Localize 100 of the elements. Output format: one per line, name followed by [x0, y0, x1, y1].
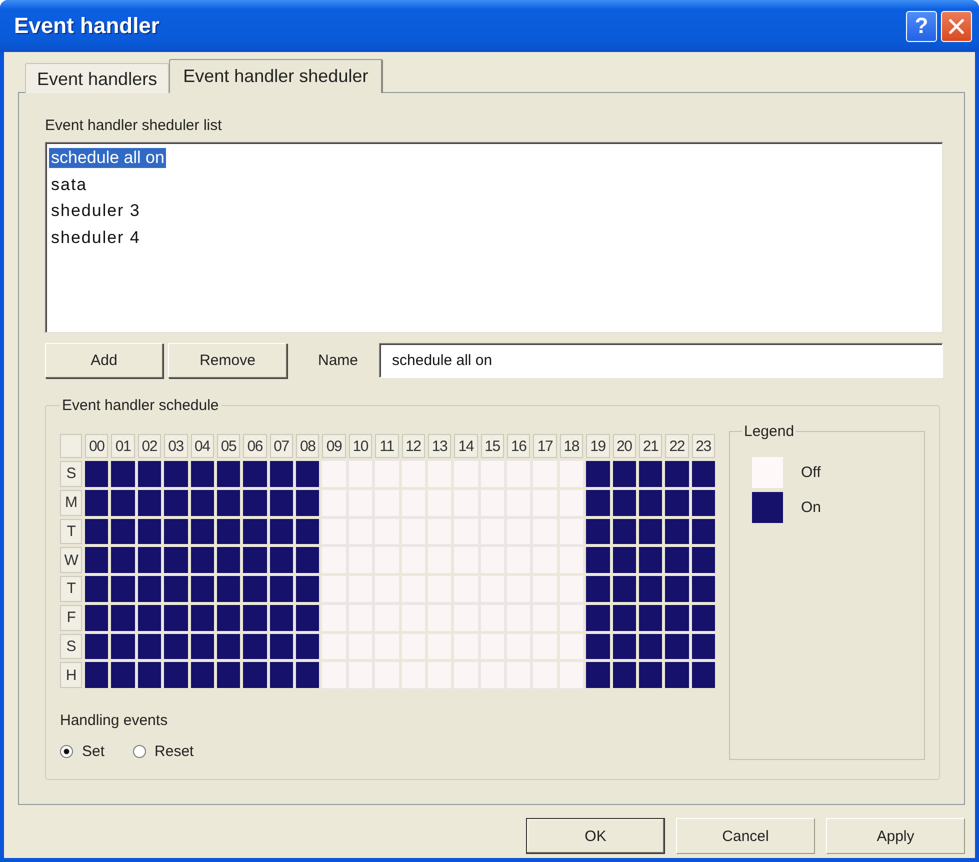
schedule-cell[interactable]: [665, 518, 689, 544]
schedule-cell[interactable]: [480, 518, 504, 544]
schedule-cell[interactable]: [348, 490, 372, 516]
schedule-cell[interactable]: [190, 662, 214, 688]
schedule-cell[interactable]: [402, 461, 425, 487]
schedule-cell[interactable]: [692, 604, 715, 630]
schedule-cell[interactable]: [190, 576, 214, 602]
schedule-cell[interactable]: [322, 490, 346, 516]
schedule-cell[interactable]: [586, 604, 610, 630]
schedule-cell[interactable]: [533, 461, 557, 487]
schedule-cell[interactable]: [454, 461, 478, 487]
schedule-cell[interactable]: [454, 604, 478, 630]
schedule-cell[interactable]: [692, 576, 715, 602]
schedule-cell[interactable]: [190, 518, 214, 544]
schedule-cell[interactable]: [507, 576, 530, 602]
schedule-cell[interactable]: [216, 662, 240, 688]
help-button[interactable]: ?: [906, 10, 937, 42]
schedule-cell[interactable]: [454, 490, 478, 516]
schedule-cell[interactable]: [322, 547, 346, 573]
schedule-cell[interactable]: [480, 490, 504, 516]
schedule-cell[interactable]: [428, 634, 452, 660]
schedule-cell[interactable]: [507, 490, 530, 516]
schedule-cell[interactable]: [375, 461, 398, 487]
schedule-cell[interactable]: [638, 547, 662, 573]
schedule-cell[interactable]: [190, 604, 214, 630]
schedule-cell[interactable]: [322, 634, 346, 660]
schedule-cell[interactable]: [454, 547, 478, 573]
schedule-cell[interactable]: [348, 634, 372, 660]
schedule-cell[interactable]: [111, 604, 135, 630]
schedule-cell[interactable]: [138, 547, 162, 573]
schedule-cell[interactable]: [138, 490, 162, 516]
schedule-cell[interactable]: [638, 604, 662, 630]
schedule-cell[interactable]: [164, 490, 188, 516]
schedule-cell[interactable]: [507, 547, 530, 573]
schedule-cell[interactable]: [480, 662, 504, 688]
schedule-cell[interactable]: [322, 518, 346, 544]
schedule-cell[interactable]: [296, 576, 320, 602]
schedule-cell[interactable]: [216, 490, 240, 516]
schedule-cell[interactable]: [402, 547, 425, 573]
radio-button[interactable]: Set: [60, 743, 105, 760]
schedule-cell[interactable]: [216, 547, 240, 573]
schedule-cell[interactable]: [270, 604, 293, 630]
schedule-cell[interactable]: [402, 634, 425, 660]
schedule-cell[interactable]: [533, 634, 557, 660]
schedule-cell[interactable]: [243, 634, 267, 660]
schedule-cell[interactable]: [428, 518, 452, 544]
schedule-cell[interactable]: [216, 604, 240, 630]
schedule-cell[interactable]: [216, 518, 240, 544]
schedule-cell[interactable]: [322, 461, 346, 487]
schedule-cell[interactable]: [586, 490, 610, 516]
schedule-cell[interactable]: [612, 490, 636, 516]
schedule-cell[interactable]: [85, 634, 108, 660]
schedule-cell[interactable]: [560, 576, 584, 602]
schedule-cell[interactable]: [243, 461, 267, 487]
schedule-cell[interactable]: [111, 461, 135, 487]
schedule-cell[interactable]: [375, 547, 398, 573]
schedule-cell[interactable]: [216, 634, 240, 660]
schedule-cell[interactable]: [190, 634, 214, 660]
add-button[interactable]: Add: [45, 343, 163, 378]
schedule-cell[interactable]: [322, 604, 346, 630]
schedule-cell[interactable]: [638, 576, 662, 602]
schedule-cell[interactable]: [638, 634, 662, 660]
schedule-cell[interactable]: [375, 576, 398, 602]
schedule-cell[interactable]: [692, 490, 715, 516]
schedule-cell[interactable]: [243, 604, 267, 630]
schedule-cell[interactable]: [375, 518, 398, 544]
schedule-cell[interactable]: [665, 604, 689, 630]
schedule-cell[interactable]: [270, 461, 293, 487]
schedule-cell[interactable]: [665, 461, 689, 487]
schedule-cell[interactable]: [533, 604, 557, 630]
schedule-cell[interactable]: [164, 634, 188, 660]
schedule-cell[interactable]: [375, 604, 398, 630]
schedule-cell[interactable]: [348, 518, 372, 544]
schedule-cell[interactable]: [270, 662, 293, 688]
schedule-cell[interactable]: [85, 547, 108, 573]
schedule-cell[interactable]: [138, 662, 162, 688]
schedule-cell[interactable]: [402, 604, 425, 630]
schedule-cell[interactable]: [638, 461, 662, 487]
dialog-button[interactable]: Cancel: [676, 818, 815, 854]
schedule-cell[interactable]: [480, 576, 504, 602]
schedule-cell[interactable]: [296, 547, 320, 573]
schedule-cell[interactable]: [533, 576, 557, 602]
schedule-cell[interactable]: [270, 490, 293, 516]
dialog-button[interactable]: OK: [526, 818, 665, 854]
schedule-cell[interactable]: [138, 518, 162, 544]
schedule-cell[interactable]: [428, 576, 452, 602]
schedule-cell[interactable]: [138, 634, 162, 660]
schedule-cell[interactable]: [586, 634, 610, 660]
schedule-cell[interactable]: [296, 662, 320, 688]
name-field[interactable]: schedule all on: [379, 343, 943, 378]
schedule-cell[interactable]: [612, 662, 636, 688]
schedule-cell[interactable]: [533, 662, 557, 688]
schedule-cell[interactable]: [85, 662, 108, 688]
schedule-cell[interactable]: [270, 634, 293, 660]
schedule-cell[interactable]: [85, 604, 108, 630]
schedule-cell[interactable]: [586, 461, 610, 487]
schedule-cell[interactable]: [560, 662, 584, 688]
schedule-cell[interactable]: [533, 490, 557, 516]
schedule-cell[interactable]: [507, 461, 530, 487]
remove-button[interactable]: Remove: [168, 343, 287, 378]
